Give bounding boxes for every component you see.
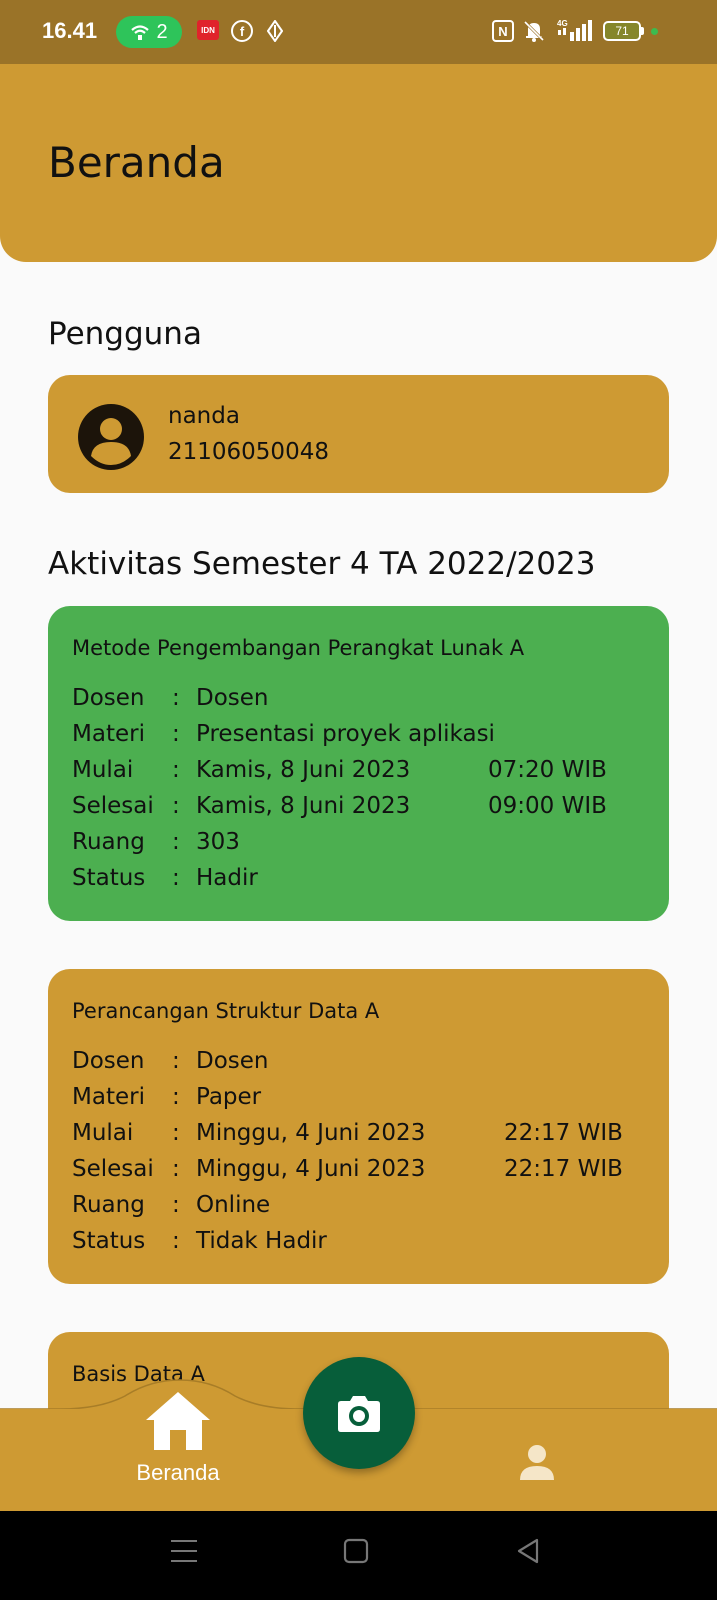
- selesai-date: Minggu, 4 Juni 2023: [196, 1156, 426, 1182]
- menu-lines-icon[interactable]: [171, 1538, 197, 1564]
- field-separator: :: [172, 1048, 180, 1074]
- status-value: Hadir: [196, 865, 258, 891]
- nfc-icon: N: [492, 20, 514, 42]
- person-icon: [520, 1445, 554, 1480]
- field-separator: :: [172, 829, 180, 855]
- field-label: Status: [72, 1228, 146, 1254]
- field-label: Dosen: [72, 1048, 145, 1074]
- field-separator: :: [172, 1084, 180, 1110]
- course-title: Metode Pengembangan Perangkat Lunak A: [72, 636, 525, 660]
- triangle-back-icon[interactable]: [515, 1538, 541, 1564]
- app-header: Beranda: [0, 64, 717, 262]
- field-label: Mulai: [72, 757, 134, 783]
- status-bar: 16.41 2 IDN f N 4G 71: [0, 0, 717, 64]
- field-separator: :: [172, 757, 180, 783]
- camera-fab-button[interactable]: [303, 1357, 415, 1469]
- mulai-date: Minggu, 4 Juni 2023: [196, 1120, 426, 1146]
- signal-4g-icon: 4G: [556, 18, 592, 42]
- battery-tip: [641, 27, 644, 35]
- field-separator: :: [172, 685, 180, 711]
- activity-section-heading: Aktivitas Semester 4 TA 2022/2023: [48, 546, 596, 582]
- bell-muted-icon: [522, 19, 546, 43]
- user-name: nanda: [168, 403, 240, 429]
- field-separator: :: [172, 1192, 180, 1218]
- clock-text: 16.41: [42, 18, 98, 43]
- hotspot-indicator: 2: [116, 16, 182, 48]
- mulai-date: Kamis, 8 Juni 2023: [196, 757, 411, 783]
- ruang-value: 303: [196, 829, 240, 855]
- status-value: Tidak Hadir: [196, 1228, 327, 1254]
- field-separator: :: [172, 1156, 180, 1182]
- idn-app-icon: IDN: [197, 20, 219, 40]
- activity-card[interactable]: Perancangan Struktur Data A Dosen : Dose…: [48, 969, 669, 1284]
- square-icon[interactable]: [343, 1538, 369, 1564]
- field-label: Selesai: [72, 1156, 154, 1182]
- field-label: Ruang: [72, 829, 145, 855]
- field-separator: :: [172, 793, 180, 819]
- facebook-icon: f: [231, 20, 253, 42]
- location-diamond-icon: [265, 20, 285, 42]
- home-icon: [146, 1392, 210, 1450]
- user-nim: 21106050048: [168, 439, 329, 465]
- field-label: Status: [72, 865, 146, 891]
- user-card[interactable]: nanda 21106050048: [48, 375, 669, 493]
- field-separator: :: [172, 721, 180, 747]
- charging-dot: [651, 28, 658, 35]
- field-label: Ruang: [72, 1192, 145, 1218]
- field-label: Selesai: [72, 793, 154, 819]
- ruang-value: Online: [196, 1192, 271, 1218]
- user-section-heading: Pengguna: [48, 316, 202, 352]
- field-label: Mulai: [72, 1120, 134, 1146]
- field-label: Materi: [72, 721, 145, 747]
- mulai-time: 22:17 WIB: [504, 1120, 623, 1146]
- field-separator: :: [172, 865, 180, 891]
- field-separator: :: [172, 1120, 180, 1146]
- nav-tab-profile[interactable]: [515, 1440, 559, 1484]
- nav-tab-label: Beranda: [136, 1460, 220, 1485]
- materi-value: Paper: [196, 1084, 262, 1110]
- field-label: Materi: [72, 1084, 145, 1110]
- materi-value: Presentasi proyek aplikasi: [196, 721, 495, 747]
- camera-icon: [338, 1396, 380, 1432]
- system-navigation-bar: [0, 1511, 717, 1600]
- nav-tab-beranda[interactable]: Beranda: [118, 1380, 238, 1490]
- selesai-time: 09:00 WIB: [488, 793, 607, 819]
- selesai-date: Kamis, 8 Juni 2023: [196, 793, 411, 819]
- selesai-time: 22:17 WIB: [504, 1156, 623, 1182]
- activity-card[interactable]: Metode Pengembangan Perangkat Lunak A Do…: [48, 606, 669, 921]
- page-title: Beranda: [48, 138, 225, 187]
- dosen-value: Dosen: [196, 685, 269, 711]
- mulai-time: 07:20 WIB: [488, 757, 607, 783]
- svg-text:4G: 4G: [557, 19, 568, 28]
- course-title: Perancangan Struktur Data A: [72, 999, 380, 1023]
- field-label: Dosen: [72, 685, 145, 711]
- hotspot-count: 2: [156, 20, 168, 43]
- dosen-value: Dosen: [196, 1048, 269, 1074]
- account-circle-icon: [78, 404, 144, 470]
- field-separator: :: [172, 1228, 180, 1254]
- battery-indicator: 71: [603, 21, 641, 41]
- wifi-hotspot-icon: [131, 25, 150, 40]
